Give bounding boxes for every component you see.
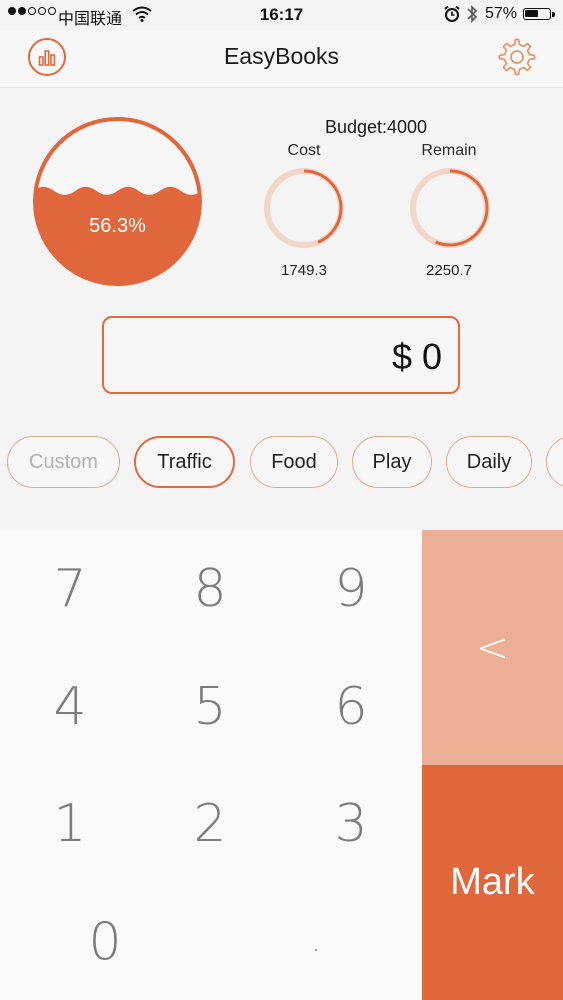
key-4[interactable]: 4 <box>0 648 140 765</box>
battery-icon <box>523 8 551 20</box>
remain-label: Remain <box>421 142 477 159</box>
key-6[interactable]: 6 <box>281 648 421 765</box>
cost-value: 1749.3 <box>281 262 327 279</box>
app-header: EasyBooks <box>0 30 563 88</box>
key-9[interactable]: 9 <box>281 530 421 647</box>
cost-label: Cost <box>287 142 321 159</box>
budget-total: Budget:4000 <box>324 117 428 137</box>
alarm-icon <box>443 5 461 28</box>
backspace-icon: < <box>475 624 510 671</box>
cost-ring <box>262 166 346 255</box>
category-chip[interactable]: Daily <box>446 436 532 488</box>
key-1[interactable]: 1 <box>0 765 140 882</box>
battery-level-fill <box>525 10 538 17</box>
backspace-button[interactable]: < <box>422 530 563 765</box>
number-keypad: 789 456 1230. <box>0 530 422 1000</box>
remain-ring <box>408 166 492 255</box>
category-chip[interactable]: Play <box>352 436 432 488</box>
category-chip[interactable] <box>546 436 563 488</box>
category-selector: Custom Traffic Food Play Daily <box>0 436 563 490</box>
category-chip[interactable]: Food <box>250 436 338 488</box>
remain-value: 2250.7 <box>426 262 472 279</box>
key-decimal[interactable]: . <box>246 883 386 1000</box>
key-3[interactable]: 3 <box>281 765 421 882</box>
key-7[interactable]: 7 <box>0 530 140 647</box>
category-chip[interactable]: Custom <box>7 436 120 488</box>
settings-button[interactable] <box>497 37 537 77</box>
amount-value: $ 0 <box>391 336 442 377</box>
page-title: EasyBooks <box>223 43 340 69</box>
usage-percentage: 56.3% <box>89 215 146 237</box>
key-2[interactable]: 2 <box>140 765 280 882</box>
mark-button[interactable]: Mark <box>422 765 563 1000</box>
gear-icon <box>498 38 536 76</box>
key-8[interactable]: 8 <box>140 530 280 647</box>
battery-percentage: 57% <box>485 5 518 22</box>
battery-tip <box>552 12 555 17</box>
key-5[interactable]: 5 <box>140 648 280 765</box>
bluetooth-icon <box>465 4 479 29</box>
budget-usage-gauge <box>33 117 202 286</box>
status-bar: 中国联通 16:17 57% <box>0 0 563 30</box>
category-chip[interactable]: Traffic <box>134 436 235 488</box>
amount-display: $ 0 <box>102 316 460 394</box>
key-0[interactable]: 0 <box>35 883 175 1000</box>
